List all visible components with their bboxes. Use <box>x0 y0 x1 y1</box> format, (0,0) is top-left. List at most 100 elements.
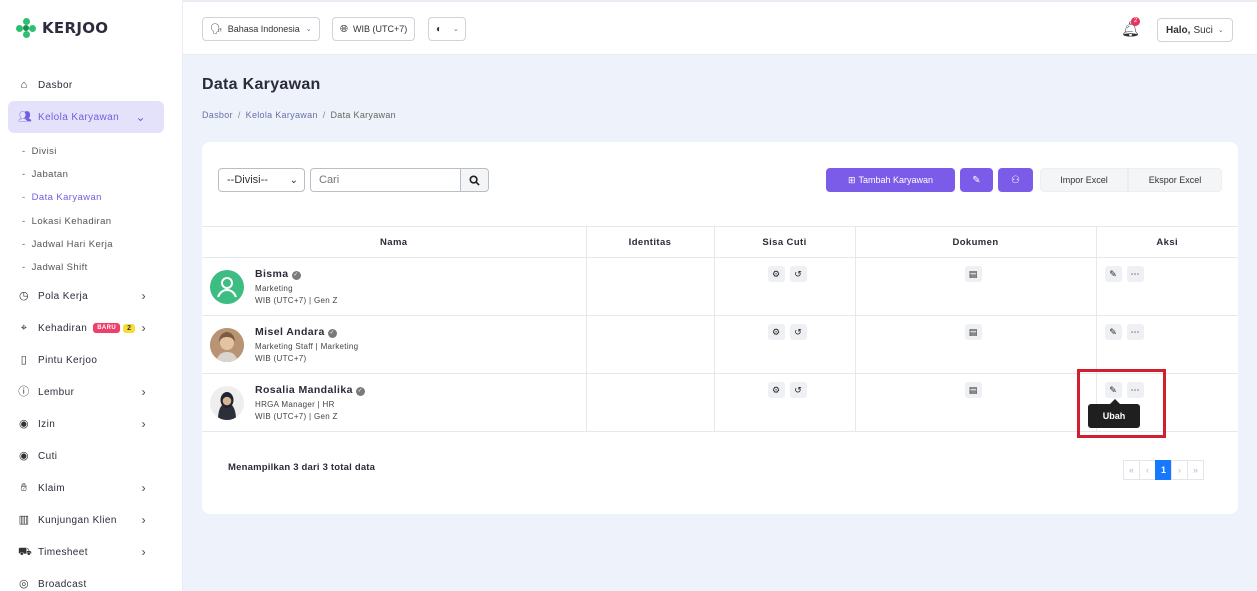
pager-first-button[interactable]: « <box>1123 460 1140 480</box>
breadcrumb-item[interactable]: Kelola Karyawan <box>246 110 318 120</box>
import-excel-label: Impor Excel <box>1060 175 1108 185</box>
document-icon[interactable]: ▤ <box>964 324 982 340</box>
notification-badge: 2 <box>1131 17 1140 26</box>
verified-icon: ✓ <box>355 387 365 396</box>
sidebar-item-kunjungan-klien[interactable]: ▥ Kunjungan Klien › <box>8 506 164 534</box>
edit-icon[interactable]: ✎ <box>1104 266 1122 282</box>
add-employee-button[interactable]: ⊞ Tambah Karyawan <box>826 168 955 192</box>
sidebar-item-label: Kelola Karyawan <box>38 111 120 123</box>
employee-timezone: WIB (UTC+7) | Gen Z <box>255 412 338 421</box>
gear-icon[interactable]: ⚙ <box>767 324 785 340</box>
sidebar: KERJOO ⌂ Dasbor 👥︎ Kelola Karyawan ⌄ - D… <box>0 0 183 591</box>
sidebar-subitem-lokasi-kehadiran[interactable]: - Lokasi Kehadiran <box>22 216 111 227</box>
verified-icon: ✓ <box>327 329 337 338</box>
division-select[interactable]: --Divisi-- ⌄ <box>218 168 305 192</box>
history-icon[interactable]: ↺ <box>789 266 807 282</box>
employee-name[interactable]: Bisma ✓ <box>255 268 338 280</box>
employee-name[interactable]: Rosalia Mandalika ✓ <box>255 384 365 396</box>
pager-last-button[interactable]: » <box>1187 460 1204 480</box>
column-header-identitas[interactable]: Identitas <box>586 226 715 258</box>
broadcast-icon: ◎ <box>19 578 29 590</box>
sidebar-item-label: Kunjungan Klien <box>38 514 117 526</box>
sidebar-item-pintu-kerjoo[interactable]: ▯ Pintu Kerjoo <box>8 346 164 374</box>
timezone-button[interactable]: 🌐︎ WIB (UTC+7) <box>332 17 416 41</box>
table-row: Misel Andara ✓ Marketing Staff | Marketin… <box>202 315 1238 374</box>
chevron-down-icon: ⌄ <box>453 26 459 33</box>
sidebar-subitem-divisi[interactable]: - Divisi <box>22 146 57 157</box>
sidebar-item-lembur[interactable]: ⓘ Lembur › <box>8 378 164 406</box>
edit-icon[interactable]: ✎ <box>1104 324 1122 340</box>
gear-icon[interactable]: ⚙ <box>767 382 785 398</box>
globe-icon: 🌐︎ <box>340 23 348 35</box>
sidebar-item-izin[interactable]: ◉ Izin › <box>8 410 164 438</box>
sidebar-subitem-jabatan[interactable]: - Jabatan <box>22 169 68 180</box>
pager-page-button[interactable]: 1 <box>1155 460 1172 480</box>
user-menu[interactable]: Halo, Suci ⌄ <box>1157 18 1233 42</box>
sidebar-subitem-jadwal-hari-kerja[interactable]: - Jadwal Hari Kerja <box>22 239 113 250</box>
export-excel-button[interactable]: Ekspor Excel <box>1128 168 1222 192</box>
chevron-right-icon: › <box>141 513 146 527</box>
greeting: Halo, <box>1166 24 1191 36</box>
chevron-down-icon: ⌄ <box>289 174 298 186</box>
magic-wand-icon: ✎ <box>972 174 981 186</box>
export-excel-label: Ekspor Excel <box>1148 175 1202 185</box>
column-header-sisa-cuti[interactable]: Sisa Cuti <box>714 226 856 258</box>
language-dropdown[interactable]: 🗣︎ Bahasa Indonesia ⌄ <box>202 17 320 41</box>
breadcrumb-item[interactable]: Dasbor <box>202 110 233 120</box>
page-title: Data Karyawan <box>202 76 321 93</box>
column-header-aksi: Aksi <box>1096 226 1238 258</box>
history-icon[interactable]: ↺ <box>789 382 807 398</box>
search-input[interactable] <box>310 168 461 192</box>
employee-name[interactable]: Misel Andara ✓ <box>255 326 358 338</box>
logo-text: KERJOO <box>42 19 109 37</box>
sidebar-item-dasbor[interactable]: ⌂ Dasbor <box>8 71 164 99</box>
verified-icon: ✓ <box>291 271 301 280</box>
theme-toggle[interactable]: ◐ ⌄ <box>428 17 466 41</box>
table-row: Bisma ✓ Marketing WIB (UTC+7) | Gen Z ⚙ ↺ … <box>202 257 1238 316</box>
user-name: Suci <box>1193 24 1213 36</box>
home-icon: ⌂ <box>20 79 28 91</box>
truck-icon: ⛟ <box>18 546 33 558</box>
gear-icon[interactable]: ⚙ <box>767 266 785 282</box>
sidebar-item-label: Lembur <box>38 386 75 398</box>
identity-cell <box>586 373 715 432</box>
history-icon[interactable]: ↺ <box>789 324 807 340</box>
bulk-users-button[interactable]: ⚇ <box>998 168 1033 192</box>
sidebar-subitem-data-karyawan[interactable]: - Data Karyawan <box>22 192 102 203</box>
more-icon[interactable]: ⋯ <box>1126 324 1144 340</box>
more-icon[interactable]: ⋯ <box>1126 266 1144 282</box>
sidebar-item-broadcast[interactable]: ◎ Broadcast <box>8 570 164 591</box>
document-icon[interactable]: ▤ <box>964 382 982 398</box>
avatar <box>210 328 244 362</box>
chevron-down-icon: ⌄ <box>135 110 146 124</box>
logo[interactable]: KERJOO <box>16 18 108 38</box>
sidebar-item-klaim[interactable]: ✋︎ Klaim › <box>8 474 164 502</box>
import-excel-button[interactable]: Impor Excel <box>1040 168 1128 192</box>
search-button[interactable] <box>460 168 489 192</box>
door-icon: ▯ <box>20 354 28 366</box>
new-badge: BARU <box>93 323 121 333</box>
language-label: Bahasa Indonesia <box>227 24 300 34</box>
sidebar-item-timesheet[interactable]: ⛟ Timesheet › <box>8 538 164 566</box>
sidebar-item-label: Klaim <box>38 482 66 494</box>
sidebar-item-label: Pola Kerja <box>38 290 89 302</box>
identity-cell <box>586 257 715 316</box>
users-icon: 👥︎ <box>18 111 33 123</box>
chevron-right-icon: › <box>141 545 146 559</box>
sidebar-item-label: Kehadiran <box>38 322 88 334</box>
sidebar-item-label: Izin <box>38 418 56 430</box>
magic-wand-button[interactable]: ✎ <box>960 168 993 192</box>
sidebar-item-kelola-karyawan[interactable]: 👥︎ Kelola Karyawan ⌄ <box>8 101 164 133</box>
division-select-value: --Divisi-- <box>227 174 268 186</box>
column-header-nama[interactable]: Nama <box>202 226 587 258</box>
document-icon[interactable]: ▤ <box>964 266 982 282</box>
pager-prev-button[interactable]: ‹ <box>1139 460 1156 480</box>
chevron-right-icon: › <box>141 289 146 303</box>
pagination-summary: Menampilkan 3 dari 3 total data <box>228 462 376 473</box>
column-header-dokumen[interactable]: Dokumen <box>855 226 1097 258</box>
sidebar-item-kehadiran[interactable]: ⌖ Kehadiran BARU 2 › <box>8 314 164 342</box>
sidebar-subitem-jadwal-shift[interactable]: - Jadwal Shift <box>22 262 88 273</box>
pager-next-button[interactable]: › <box>1171 460 1188 480</box>
sidebar-item-cuti[interactable]: ◉ Cuti <box>8 442 164 470</box>
sidebar-item-pola-kerja[interactable]: ◷ Pola Kerja › <box>8 282 164 310</box>
